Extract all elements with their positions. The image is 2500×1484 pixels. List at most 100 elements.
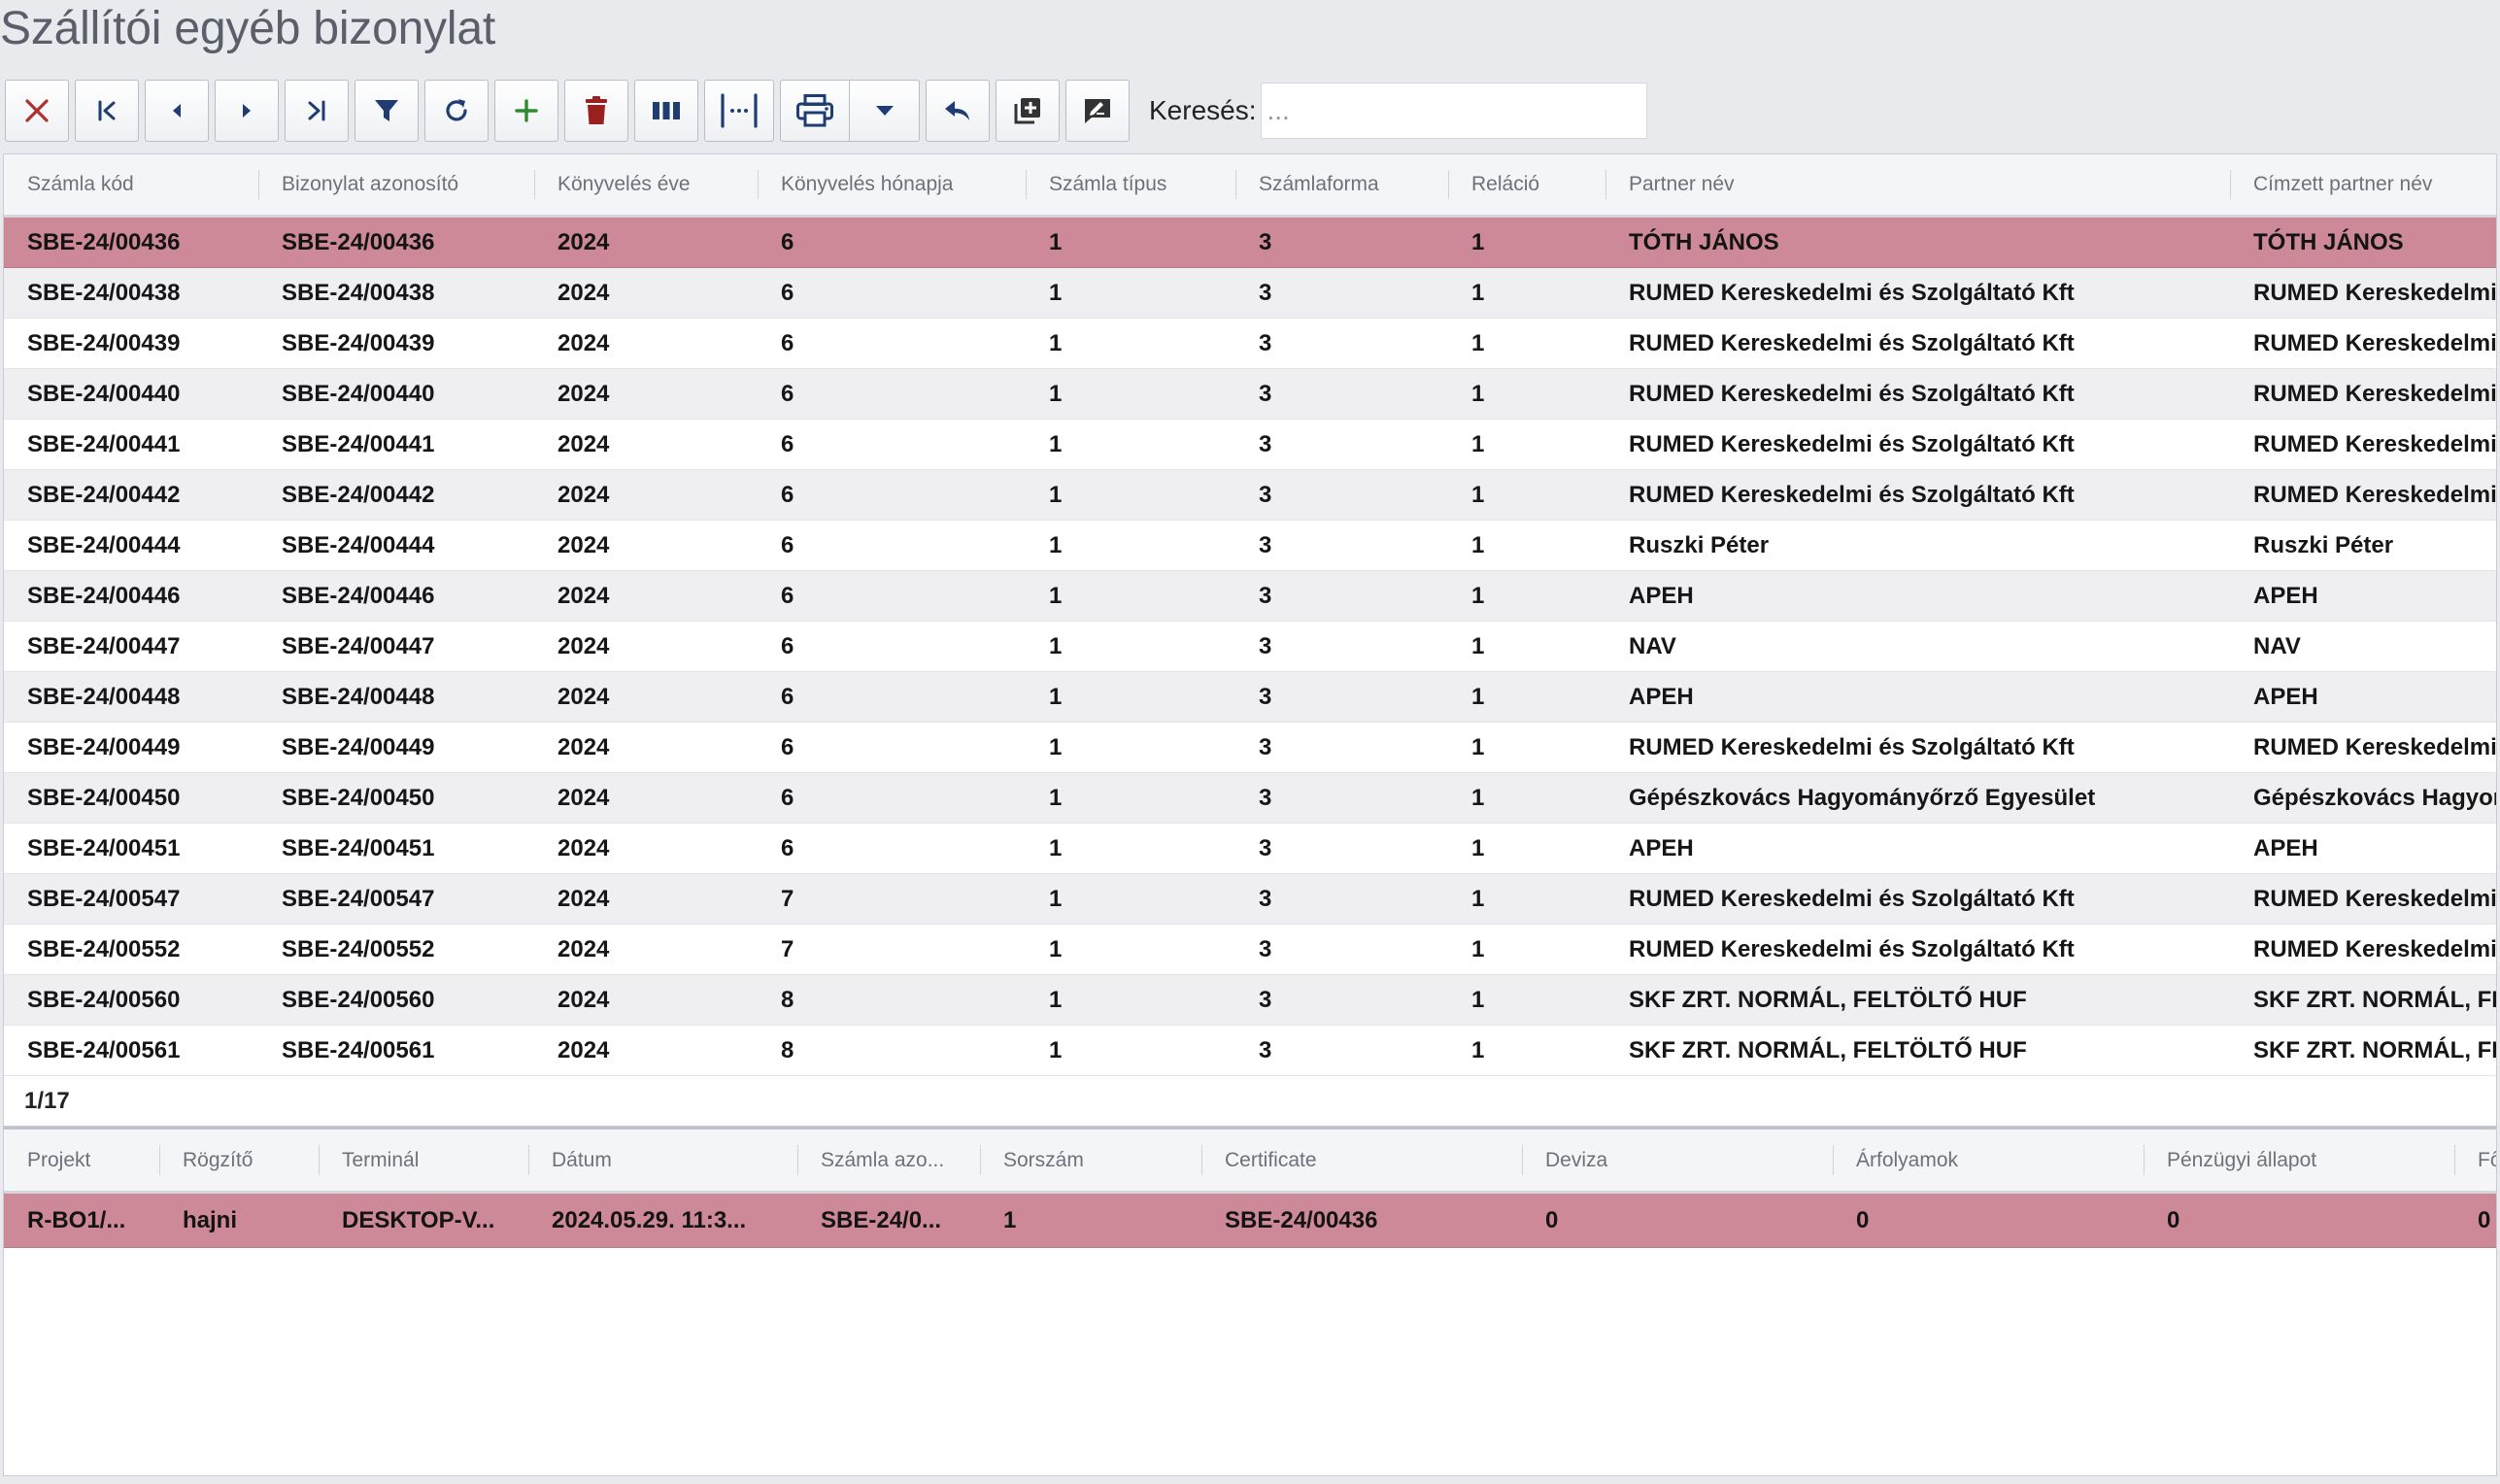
main-table-cell: 1: [1026, 570, 1235, 622]
main-table-row[interactable]: SBE-24/00447 SBE-24/00447 2024 6 1 3 1 NAV NAV: [4, 621, 2496, 672]
detail-table-cell: DESKTOP-V...: [319, 1192, 528, 1248]
main-table-row[interactable]: SBE-24/00442 SBE-24/00442 2024 6 1 3 1 RUMED Ke…: [4, 469, 2496, 521]
detail-table-cell: 0: [2144, 1192, 2454, 1248]
main-table-cell: 3: [1235, 671, 1448, 723]
main-table-cell: RUMED Kereskedelmi és Szolgáltató Kft: [2230, 419, 2496, 470]
main-table-cell: SBE-24/00450: [258, 772, 534, 824]
add-button[interactable]: [494, 79, 558, 142]
detail-table-column-header[interactable]: Fők: [2454, 1130, 2496, 1194]
main-table-cell: 1: [1448, 570, 1605, 622]
main-table-cell: RUMED Kereskedelmi és Szolgáltató Kft: [1605, 419, 2230, 470]
main-table-column-header[interactable]: Számla típus: [1026, 154, 1235, 218]
main-table-cell: 6: [758, 621, 1026, 672]
main-table-cell: SBE-24/00450: [4, 772, 258, 824]
detail-table-column-header[interactable]: Certificate: [1201, 1130, 1522, 1194]
main-table-row[interactable]: SBE-24/00450 SBE-24/00450 2024 6 1 3 1 Gépészko…: [4, 772, 2496, 824]
detail-table-column-header[interactable]: Számla azo...: [797, 1130, 980, 1194]
main-table-cell: APEH: [1605, 823, 2230, 874]
main-table-column-header[interactable]: Számla kód: [4, 154, 258, 218]
detail-table-column-header[interactable]: Projekt: [4, 1130, 159, 1194]
main-table-cell: RUMED Kereskedelmi és Szolgáltató Kft: [1605, 469, 2230, 521]
main-table-column-header[interactable]: Számlaforma: [1235, 154, 1448, 218]
main-table-cell: 6: [758, 368, 1026, 420]
main-table-cell: SBE-24/00560: [4, 974, 258, 1026]
main-table-cell: TÓTH JÁNOS: [2230, 216, 2496, 268]
main-table-cell: SBE-24/00447: [258, 621, 534, 672]
main-table-column-header[interactable]: Bizonylat azonosító: [258, 154, 534, 218]
main-table-cell: SBE-24/00561: [4, 1025, 258, 1076]
main-table-column-header[interactable]: Könyvelés éve: [534, 154, 758, 218]
main-table-cell: TÓTH JÁNOS: [1605, 216, 2230, 268]
main-table-cell: SBE-24/00436: [4, 216, 258, 268]
main-table-cell: SBE-24/00447: [4, 621, 258, 672]
detail-table-column-header[interactable]: Dátum: [528, 1130, 797, 1194]
main-table-cell: SBE-24/00560: [258, 974, 534, 1026]
filter-button[interactable]: [355, 79, 419, 142]
main-table-cell: 1: [1026, 368, 1235, 420]
undo-button[interactable]: [926, 79, 990, 142]
detail-table-column-header[interactable]: Deviza: [1522, 1130, 1833, 1194]
detail-table-cell: SBE-24/0...: [797, 1192, 980, 1248]
detail-table-column-header[interactable]: Terminál: [319, 1130, 528, 1194]
main-table-row[interactable]: SBE-24/00436 SBE-24/00436 2024 6 1 3 1 TÓTH JÁN…: [4, 216, 2496, 268]
main-table-cell: SBE-24/00448: [258, 671, 534, 723]
main-table-cell: 6: [758, 570, 1026, 622]
main-table-cell: 2024: [534, 621, 758, 672]
main-table-cell: 2024: [534, 469, 758, 521]
main-table-row[interactable]: SBE-24/00552 SBE-24/00552 2024 7 1 3 1 RUMED Ke…: [4, 924, 2496, 975]
main-table-cell: SBE-24/00442: [4, 469, 258, 521]
detail-table-cell: hajni: [159, 1192, 319, 1248]
print-button[interactable]: [780, 79, 850, 142]
next-record-icon: [243, 103, 251, 118]
refresh-button[interactable]: [424, 79, 489, 142]
main-table-row[interactable]: SBE-24/00451 SBE-24/00451 2024 6 1 3 1 APEH APEH: [4, 823, 2496, 874]
first-record-button[interactable]: [75, 79, 139, 142]
detail-table-column-header[interactable]: Rögzítő: [159, 1130, 319, 1194]
main-table-cell: 2024: [534, 216, 758, 268]
detail-table-column-header[interactable]: Árfolyamok: [1833, 1130, 2144, 1194]
main-table-cell: 3: [1235, 621, 1448, 672]
last-record-button[interactable]: [285, 79, 349, 142]
main-table-column-header[interactable]: Címzett partner név: [2230, 154, 2496, 218]
main-table-cell: 1: [1448, 520, 1605, 571]
detail-table-column-header[interactable]: Pénzügyi állapot: [2144, 1130, 2454, 1194]
main-table-row[interactable]: SBE-24/00448 SBE-24/00448 2024 6 1 3 1 APEH APEH: [4, 671, 2496, 723]
main-table-column-header[interactable]: Könyvelés hónapja: [758, 154, 1026, 218]
main-table-row[interactable]: SBE-24/00446 SBE-24/00446 2024 6 1 3 1 APEH APEH: [4, 570, 2496, 622]
next-record-button[interactable]: [215, 79, 279, 142]
search-label: Keresés:: [1149, 94, 1257, 125]
main-table-row[interactable]: SBE-24/00441 SBE-24/00441 2024 6 1 3 1 RUMED Ke…: [4, 419, 2496, 470]
main-table-row[interactable]: SBE-24/00439 SBE-24/00439 2024 6 1 3 1 RUMED Ke…: [4, 318, 2496, 369]
copy-button[interactable]: [996, 79, 1060, 142]
main-table-cell: 6: [758, 722, 1026, 773]
main-table-row[interactable]: SBE-24/00560 SBE-24/00560 2024 8 1 3 1 SKF ZRT.…: [4, 974, 2496, 1026]
main-table-column-header[interactable]: Reláció: [1448, 154, 1605, 218]
detail-table-column-header[interactable]: Sorszám: [980, 1130, 1201, 1194]
main-table-row[interactable]: SBE-24/00444 SBE-24/00444 2024 6 1 3 1 Ruszki P…: [4, 520, 2496, 571]
main-table-cell: 1: [1026, 722, 1235, 773]
edit-note-button[interactable]: [1065, 79, 1130, 142]
main-table-cell: SKF ZRT. NORMÁL, FELTÖLTŐ HUF: [1605, 1025, 2230, 1076]
search-input[interactable]: [1260, 82, 1647, 139]
main-table-row[interactable]: SBE-24/00547 SBE-24/00547 2024 7 1 3 1 RUMED Ke…: [4, 873, 2496, 925]
detail-table-row[interactable]: R-BO1/... hajni DESKTOP-V... 2024.05.29. 11…: [4, 1192, 2496, 1248]
main-table-row[interactable]: SBE-24/00440 SBE-24/00440 2024 6 1 3 1 RUMED Ke…: [4, 368, 2496, 420]
main-table-cell: 1: [1448, 267, 1605, 319]
main-table-cell: 1: [1026, 469, 1235, 521]
main-table-body: SBE-24/00436 SBE-24/00436 2024 6 1 3 1 TÓTH JÁN…: [4, 216, 2496, 1076]
main-table-row[interactable]: SBE-24/00449 SBE-24/00449 2024 6 1 3 1 RUMED Ke…: [4, 722, 2496, 773]
main-table-cell: NAV: [1605, 621, 2230, 672]
detail-table-cell: 0: [1522, 1192, 1833, 1248]
columns-button[interactable]: [634, 79, 698, 142]
main-table-column-header[interactable]: Partner név: [1605, 154, 2230, 218]
main-table-cell: 1: [1448, 924, 1605, 975]
delete-button[interactable]: [564, 79, 628, 142]
main-table-row[interactable]: SBE-24/00561 SBE-24/00561 2024 8 1 3 1 SKF ZRT.…: [4, 1025, 2496, 1076]
previous-record-button[interactable]: [145, 79, 209, 142]
main-table-cell: 3: [1235, 570, 1448, 622]
main-table-cell: 1: [1448, 722, 1605, 773]
close-button[interactable]: [5, 79, 69, 142]
column-width-button[interactable]: [704, 79, 774, 142]
print-options-dropdown[interactable]: [850, 79, 920, 142]
main-table-row[interactable]: SBE-24/00438 SBE-24/00438 2024 6 1 3 1 RUMED Ke…: [4, 267, 2496, 319]
